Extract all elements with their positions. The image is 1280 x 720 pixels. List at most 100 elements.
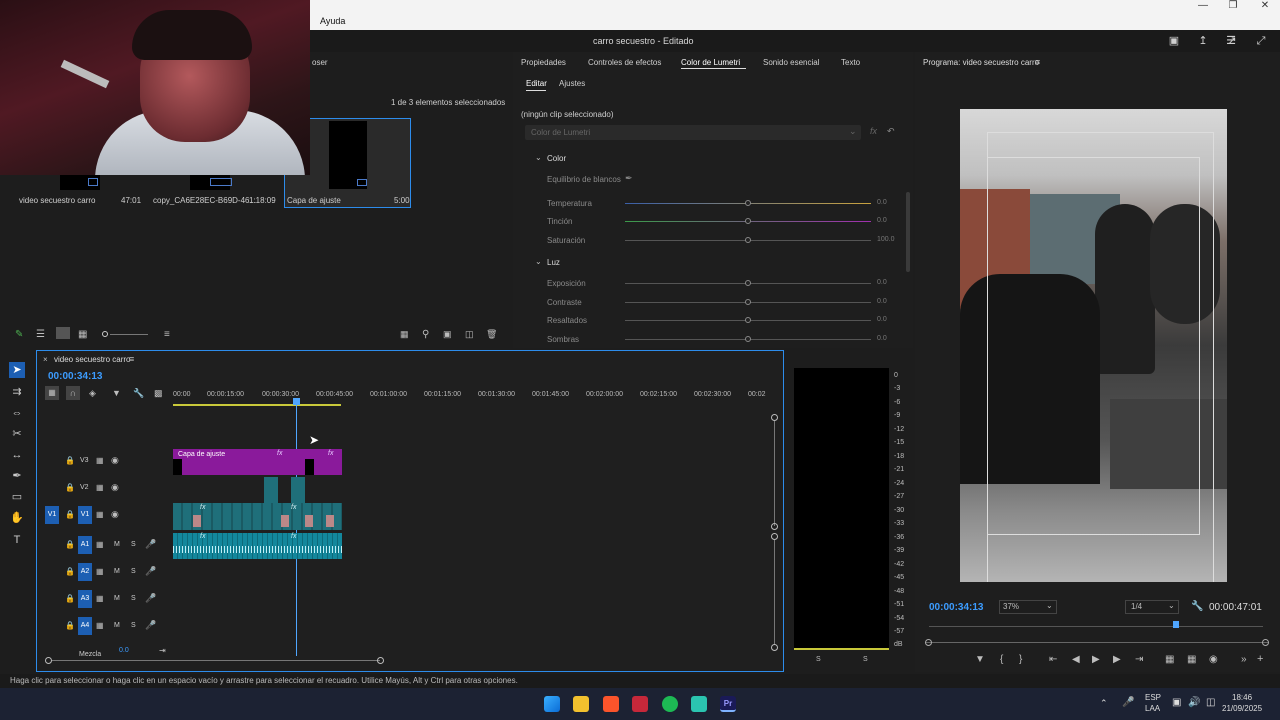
menu-help[interactable]: Ayuda [320, 16, 345, 26]
lock-icon[interactable]: 🔒 [65, 483, 75, 492]
hscroll-handle-left[interactable] [45, 657, 52, 664]
highlights-slider[interactable] [625, 317, 871, 323]
tab-color-lumetri[interactable]: Color de Lumetri [681, 58, 740, 67]
contrast-slider[interactable] [625, 299, 871, 305]
pen-icon[interactable]: ✒ [9, 468, 25, 484]
panel-menu-icon[interactable]: ≡ [1035, 57, 1040, 67]
fx-icon[interactable]: fx [870, 126, 877, 136]
play-icon[interactable]: ▶ [1092, 654, 1100, 665]
lock-icon[interactable]: 🔒 [65, 456, 75, 465]
temperature-slider[interactable] [625, 200, 871, 206]
zoom-slider-knob[interactable] [102, 331, 108, 337]
zoom-scrollbar[interactable] [925, 642, 1269, 643]
solo-button[interactable]: S [131, 595, 136, 602]
close-icon[interactable]: ✕ [1250, 0, 1280, 14]
panel-tab-truncated[interactable]: oser [312, 58, 328, 67]
track-name-v3[interactable]: V3 [80, 457, 89, 464]
light-chevron-icon[interactable]: ⌄ [535, 257, 542, 266]
subtab-editar[interactable]: Editar [526, 79, 547, 88]
mix-expand-icon[interactable]: ⇥ [159, 646, 166, 655]
section-color[interactable]: Color [547, 154, 566, 163]
freeform-view-icon[interactable]: ▦ [78, 329, 87, 340]
track-name-a3[interactable]: A3 [78, 590, 92, 608]
app-icon[interactable] [632, 696, 648, 712]
close-tab-icon[interactable]: × [43, 355, 48, 364]
saturation-slider[interactable] [625, 237, 871, 243]
tab-texto[interactable]: Texto [841, 58, 860, 67]
settings-icon[interactable]: ☰ [1224, 35, 1238, 47]
sort-icon[interactable]: ≡ [164, 329, 170, 340]
list-view-icon[interactable]: ☰ [36, 329, 45, 340]
shadows-value[interactable]: 0.0 [877, 335, 887, 342]
fullscreen-icon[interactable]: ⤢ [1254, 35, 1268, 47]
hand-icon[interactable]: ✋ [9, 510, 25, 526]
sync-lock-icon[interactable]: ▦ [96, 567, 104, 576]
search-icon[interactable]: ⚲ [422, 329, 429, 340]
tab-propiedades[interactable]: Propiedades [521, 58, 566, 67]
new-bin-icon[interactable]: ▣ [443, 329, 452, 340]
track-select-icon[interactable]: ⇉ [9, 384, 25, 400]
step-back-icon[interactable]: ◀ [1072, 654, 1080, 665]
capcut-icon[interactable] [691, 696, 707, 712]
slip-icon[interactable]: ↔ [9, 447, 25, 463]
language-code[interactable]: ESP [1145, 693, 1161, 702]
exposure-slider[interactable] [625, 280, 871, 286]
reset-icon[interactable]: ↶ [887, 126, 895, 137]
mini-timeline[interactable] [929, 626, 1263, 627]
resolution-dropdown[interactable]: 1/4 ⌄ [1125, 600, 1179, 614]
mix-value[interactable]: 0.0 [119, 647, 129, 654]
work-area-bar[interactable] [173, 404, 341, 406]
shadows-slider[interactable] [625, 336, 871, 342]
volume-icon[interactable]: 🔊 [1188, 697, 1200, 708]
solo-button[interactable]: S [131, 541, 136, 548]
sync-lock-icon[interactable]: ▦ [96, 483, 104, 492]
solo-right-button[interactable]: S [863, 656, 868, 663]
snap-icon[interactable]: ∩ [66, 386, 80, 400]
section-light[interactable]: Luz [547, 258, 560, 267]
clock-time[interactable]: 18:46 [1232, 693, 1252, 702]
slider-knob[interactable] [745, 299, 751, 305]
file-explorer-icon[interactable] [573, 696, 589, 712]
step-forward-icon[interactable]: ▶ [1113, 654, 1121, 665]
add-marker-icon[interactable]: ▼ [112, 388, 121, 398]
panel-menu-icon[interactable]: ≡ [129, 354, 134, 364]
lock-icon[interactable]: 🔒 [65, 621, 75, 630]
marker-icon[interactable]: ▼ [975, 654, 985, 665]
mark-out-icon[interactable]: } [1019, 654, 1022, 665]
add-button-icon[interactable]: + [1257, 653, 1263, 665]
sync-lock-icon[interactable]: ▦ [96, 456, 104, 465]
lock-icon[interactable]: 🔒 [65, 510, 75, 519]
track-name-a4[interactable]: A4 [78, 617, 92, 635]
mark-in-icon[interactable]: { [1000, 654, 1003, 665]
solo-button[interactable]: S [131, 622, 136, 629]
preset-dropdown[interactable]: Color de Lumetri ⌄ [525, 125, 861, 140]
premiere-pro-icon[interactable]: Pr [720, 696, 736, 712]
nest-icon[interactable]: ▦ [45, 386, 59, 400]
razor-icon[interactable]: ✂ [9, 426, 25, 442]
maximize-icon[interactable]: ❐ [1218, 0, 1248, 14]
vscroll-handle-audio-top[interactable] [771, 533, 778, 540]
microphone-tray-icon[interactable]: 🎤 [1122, 697, 1134, 708]
new-item-icon[interactable]: ◫ [465, 329, 474, 340]
scroll-handle-left[interactable] [925, 639, 932, 646]
slider-knob[interactable] [745, 218, 751, 224]
brave-browser-icon[interactable] [603, 696, 619, 712]
sync-lock-icon[interactable]: ▦ [96, 621, 104, 630]
mute-button[interactable]: M [114, 622, 120, 629]
mini-playhead[interactable] [1173, 621, 1179, 628]
vertical-scrollbar-audio[interactable] [774, 540, 775, 645]
source-patch-v1[interactable]: V1 [45, 506, 59, 524]
tab-sonido-esencial[interactable]: Sonido esencial [763, 58, 819, 67]
slider-knob[interactable] [745, 280, 751, 286]
mute-button[interactable]: M [114, 541, 120, 548]
track-name-v2[interactable]: V2 [80, 484, 89, 491]
camera-icon[interactable]: ◉ [1209, 654, 1218, 665]
mute-button[interactable]: M [114, 595, 120, 602]
a1-audio-clip[interactable]: fx fx [173, 533, 342, 559]
hscroll-handle-right[interactable] [377, 657, 384, 664]
zoom-dropdown[interactable]: 37% ⌄ [999, 600, 1057, 614]
color-chevron-icon[interactable]: ⌄ [535, 153, 542, 162]
v1-clip[interactable]: fx fx [173, 503, 342, 530]
horizontal-scrollbar[interactable] [52, 660, 380, 661]
vscroll-handle-bottom[interactable] [771, 644, 778, 651]
